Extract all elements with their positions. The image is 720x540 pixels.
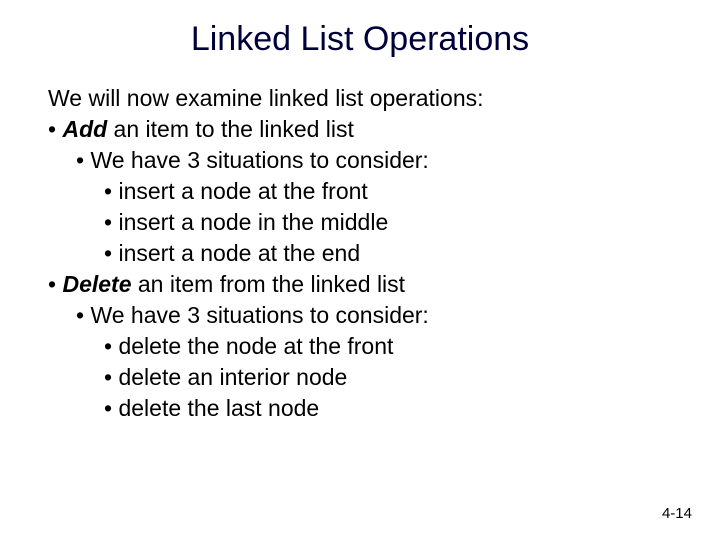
emph-middle: in the middle — [258, 209, 388, 235]
delete-label: Delete — [62, 271, 131, 297]
emph-interior: interior — [219, 364, 289, 390]
text: insert a node — [118, 178, 257, 204]
bullet-add: Add an item to the linked list — [48, 114, 672, 145]
delete-rest: an item from the linked list — [132, 271, 406, 297]
bullet-insert-front: insert a node at the front — [104, 176, 672, 207]
bullet-insert-end: insert a node at the end — [104, 238, 672, 269]
bullet-delete-front: delete the node at the front — [104, 331, 672, 362]
text: delete the node — [118, 333, 283, 359]
slide-title: Linked List Operations — [48, 20, 672, 59]
page-number: 4-14 — [662, 505, 692, 522]
bullet-add-sub: We have 3 situations to consider: — [76, 145, 672, 176]
emph-front: at the front — [283, 333, 393, 359]
text: node — [262, 395, 320, 421]
add-label: Add — [62, 116, 107, 142]
bullet-delete-sub: We have 3 situations to consider: — [76, 300, 672, 331]
intro-line: We will now examine linked list operatio… — [48, 83, 672, 114]
text: node — [290, 364, 348, 390]
text: delete an — [118, 364, 219, 390]
text: delete the — [118, 395, 225, 421]
bullet-delete-interior: delete an interior node — [104, 362, 672, 393]
bullet-delete: Delete an item from the linked list — [48, 269, 672, 300]
emph-end: at the end — [258, 240, 360, 266]
text: insert a node — [118, 240, 257, 266]
slide: Linked List Operations We will now exami… — [0, 0, 720, 425]
bullet-insert-middle: insert a node in the middle — [104, 207, 672, 238]
emph-front: at the front — [258, 178, 368, 204]
bullet-delete-last: delete the last node — [104, 393, 672, 424]
text: insert a node — [118, 209, 257, 235]
add-rest: an item to the linked list — [107, 116, 354, 142]
slide-body: We will now examine linked list operatio… — [48, 83, 672, 425]
emph-last: last — [226, 395, 262, 421]
